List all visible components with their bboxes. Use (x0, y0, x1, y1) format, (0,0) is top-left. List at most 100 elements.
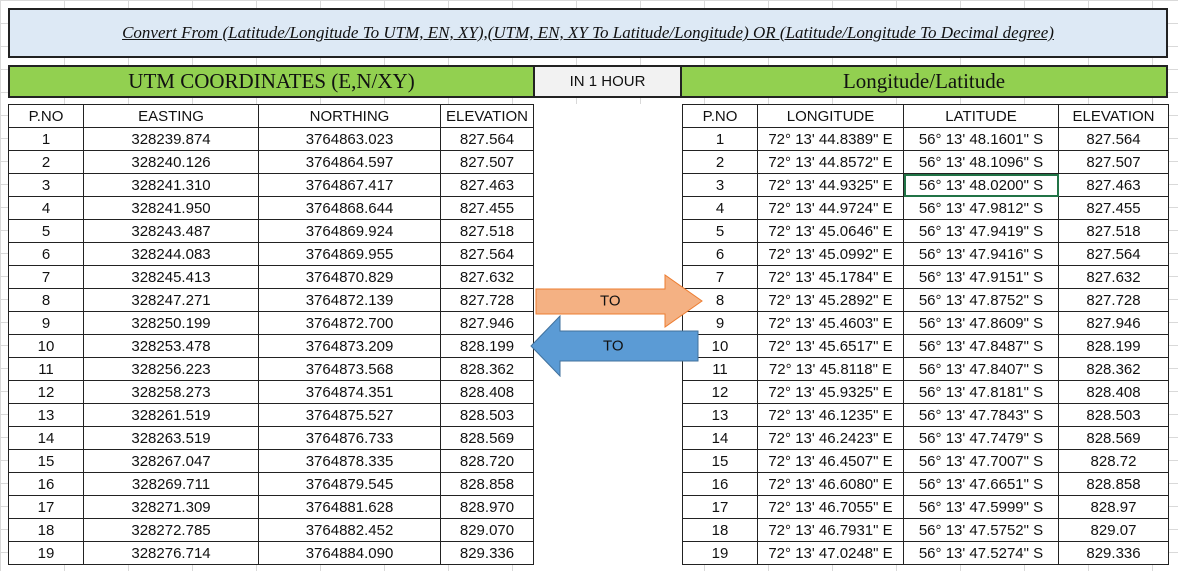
column-header[interactable]: LONGITUDE (757, 104, 904, 128)
cell-pno[interactable]: 8 (8, 288, 84, 312)
cell-elevation[interactable]: 827.632 (440, 265, 534, 289)
cell-latitude[interactable]: 56° 13' 47.8181" S (903, 380, 1059, 404)
title-banner[interactable]: Convert From (Latitude/Longitude To UTM,… (8, 8, 1168, 58)
cell-pno[interactable]: 13 (682, 403, 758, 427)
cell-easting[interactable]: 328258.273 (83, 380, 259, 404)
cell-elevation[interactable]: 827.946 (1058, 311, 1169, 335)
cell-pno[interactable]: 1 (682, 127, 758, 151)
cell-longitude[interactable]: 72° 13' 46.1235" E (757, 403, 904, 427)
cell-northing[interactable]: 3764878.335 (258, 449, 441, 473)
cell-pno[interactable]: 15 (682, 449, 758, 473)
cell-pno[interactable]: 11 (8, 357, 84, 381)
cell-easting[interactable]: 328240.126 (83, 150, 259, 174)
cell-northing[interactable]: 3764872.700 (258, 311, 441, 335)
cell-easting[interactable]: 328256.223 (83, 357, 259, 381)
cell-elevation[interactable]: 827.946 (440, 311, 534, 335)
cell-elevation[interactable]: 829.070 (440, 518, 534, 542)
cell-pno[interactable]: 12 (8, 380, 84, 404)
cell-northing[interactable]: 3764872.139 (258, 288, 441, 312)
cell-latitude[interactable]: 56° 13' 47.5999" S (903, 495, 1059, 519)
cell-easting[interactable]: 328261.519 (83, 403, 259, 427)
cell-elevation[interactable]: 827.564 (440, 127, 534, 151)
cell-latitude[interactable]: 56° 13' 48.1096" S (903, 150, 1059, 174)
cell-elevation[interactable]: 827.518 (440, 219, 534, 243)
cell-longitude[interactable]: 72° 13' 44.9325" E (757, 173, 904, 197)
cell-pno[interactable]: 19 (8, 541, 84, 565)
cell-longitude[interactable]: 72° 13' 46.7055" E (757, 495, 904, 519)
cell-longitude[interactable]: 72° 13' 46.7931" E (757, 518, 904, 542)
cell-easting[interactable]: 328253.478 (83, 334, 259, 358)
cell-latitude[interactable]: 56° 13' 48.1601" S (903, 127, 1059, 151)
cell-easting[interactable]: 328272.785 (83, 518, 259, 542)
cell-elevation[interactable]: 827.507 (440, 150, 534, 174)
cell-northing[interactable]: 3764874.351 (258, 380, 441, 404)
cell-northing[interactable]: 3764884.090 (258, 541, 441, 565)
cell-easting[interactable]: 328250.199 (83, 311, 259, 335)
cell-pno[interactable]: 5 (8, 219, 84, 243)
cell-pno[interactable]: 16 (8, 472, 84, 496)
cell-pno[interactable]: 2 (8, 150, 84, 174)
in-1-hour-cell[interactable]: IN 1 HOUR (533, 65, 682, 98)
cell-northing[interactable]: 3764869.955 (258, 242, 441, 266)
cell-elevation[interactable]: 828.97 (1058, 495, 1169, 519)
cell-pno[interactable]: 4 (8, 196, 84, 220)
cell-northing[interactable]: 3764876.733 (258, 426, 441, 450)
cell-elevation[interactable]: 828.503 (440, 403, 534, 427)
cell-pno[interactable]: 7 (8, 265, 84, 289)
cell-northing[interactable]: 3764864.597 (258, 150, 441, 174)
column-header[interactable]: EASTING (83, 104, 259, 128)
cell-northing[interactable]: 3764869.924 (258, 219, 441, 243)
cell-elevation[interactable]: 828.408 (440, 380, 534, 404)
cell-elevation[interactable]: 827.564 (1058, 242, 1169, 266)
cell-pno[interactable]: 19 (682, 541, 758, 565)
cell-longitude[interactable]: 72° 13' 45.4603" E (757, 311, 904, 335)
cell-pno[interactable]: 2 (682, 150, 758, 174)
cell-latitude[interactable]: 56° 13' 47.7479" S (903, 426, 1059, 450)
cell-latitude[interactable]: 56° 13' 47.9151" S (903, 265, 1059, 289)
cell-pno[interactable]: 5 (682, 219, 758, 243)
cell-elevation[interactable]: 828.199 (1058, 334, 1169, 358)
cell-northing[interactable]: 3764868.644 (258, 196, 441, 220)
cell-pno[interactable]: 14 (682, 426, 758, 450)
cell-northing[interactable]: 3764863.023 (258, 127, 441, 151)
cell-pno[interactable]: 1 (8, 127, 84, 151)
cell-elevation[interactable]: 829.336 (440, 541, 534, 565)
cell-easting[interactable]: 328263.519 (83, 426, 259, 450)
cell-easting[interactable]: 328269.711 (83, 472, 259, 496)
column-header[interactable]: P.NO (8, 104, 84, 128)
cell-northing[interactable]: 3764873.209 (258, 334, 441, 358)
cell-pno[interactable]: 14 (8, 426, 84, 450)
cell-elevation[interactable]: 828.72 (1058, 449, 1169, 473)
cell-northing[interactable]: 3764867.417 (258, 173, 441, 197)
cell-elevation[interactable]: 828.569 (440, 426, 534, 450)
cell-elevation[interactable]: 827.455 (1058, 196, 1169, 220)
cell-easting[interactable]: 328244.083 (83, 242, 259, 266)
cell-northing[interactable]: 3764882.452 (258, 518, 441, 542)
cell-latitude[interactable]: 56° 13' 47.7843" S (903, 403, 1059, 427)
cell-elevation[interactable]: 827.564 (1058, 127, 1169, 151)
cell-elevation[interactable]: 827.518 (1058, 219, 1169, 243)
cell-latitude[interactable]: 56° 13' 47.6651" S (903, 472, 1059, 496)
cell-latitude[interactable]: 56° 13' 48.0200" S (903, 173, 1059, 197)
cell-latitude[interactable]: 56° 13' 47.8752" S (903, 288, 1059, 312)
cell-longitude[interactable]: 72° 13' 44.8389" E (757, 127, 904, 151)
column-header[interactable]: P.NO (682, 104, 758, 128)
cell-northing[interactable]: 3764881.628 (258, 495, 441, 519)
cell-elevation[interactable]: 828.362 (1058, 357, 1169, 381)
cell-easting[interactable]: 328271.309 (83, 495, 259, 519)
column-header[interactable]: NORTHING (258, 104, 441, 128)
cell-easting[interactable]: 328247.271 (83, 288, 259, 312)
column-header[interactable]: ELEVATION (1058, 104, 1169, 128)
cell-pno[interactable]: 4 (682, 196, 758, 220)
cell-elevation[interactable]: 827.463 (440, 173, 534, 197)
geo-header[interactable]: Longitude/Latitude (680, 65, 1168, 98)
cell-elevation[interactable]: 827.455 (440, 196, 534, 220)
cell-elevation[interactable]: 828.362 (440, 357, 534, 381)
cell-northing[interactable]: 3764875.527 (258, 403, 441, 427)
cell-elevation[interactable]: 828.503 (1058, 403, 1169, 427)
cell-latitude[interactable]: 56° 13' 47.8609" S (903, 311, 1059, 335)
cell-easting[interactable]: 328276.714 (83, 541, 259, 565)
cell-elevation[interactable]: 828.199 (440, 334, 534, 358)
cell-elevation[interactable]: 828.408 (1058, 380, 1169, 404)
cell-elevation[interactable]: 829.336 (1058, 541, 1169, 565)
